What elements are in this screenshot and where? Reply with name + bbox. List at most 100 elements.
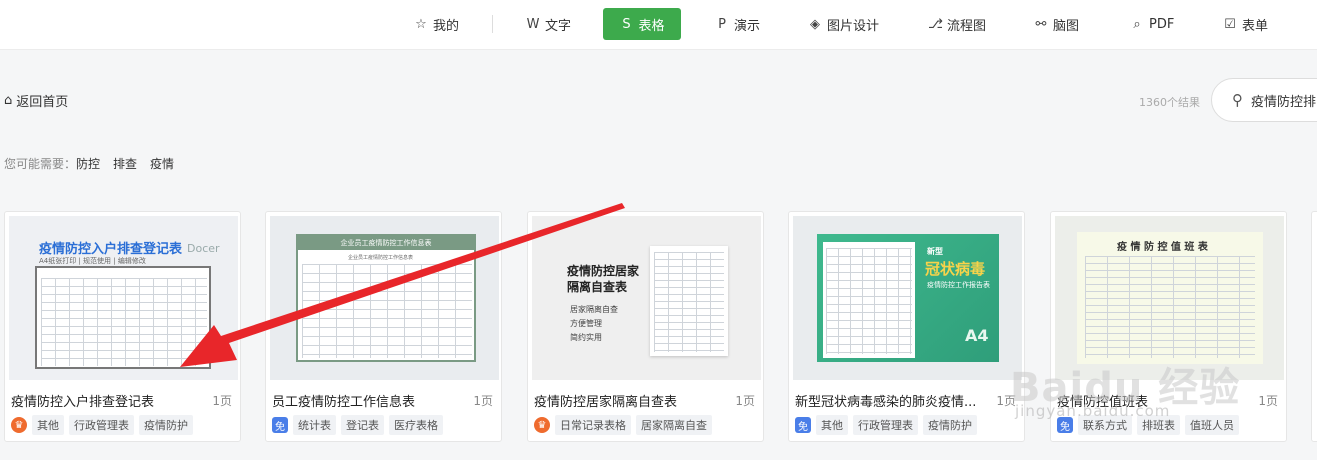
nav-item-label: 表格: [638, 18, 665, 34]
free-icon: 免: [795, 417, 811, 433]
sheet-preview: [35, 266, 211, 369]
nav-item-presentation[interactable]: P 演示: [705, 8, 770, 40]
nav-item-pdf[interactable]: ⌕ PDF: [1120, 8, 1184, 40]
tag-chip[interactable]: 其他: [32, 415, 64, 435]
page-count: 1页: [473, 394, 493, 408]
template-thumbnail[interactable]: 企业员工疫情防控工作信息表 企业员工疫情防控工作信息表: [270, 216, 499, 380]
tag-chip[interactable]: 行政管理表: [853, 415, 918, 435]
thumb-heading: 新型: [927, 247, 943, 256]
nav-item-mine[interactable]: ☆ 我的: [404, 8, 469, 40]
sheet-grid: [41, 278, 207, 366]
template-card[interactable]: 疫情防控居家隔离自查表 居家隔离自查 方便管理 简约实用 疫情防控居家隔离自查表…: [527, 211, 764, 442]
sheet-grid: [302, 264, 472, 358]
tag-chip[interactable]: 登记表: [341, 415, 384, 435]
mindmap-icon: ⚯: [1035, 16, 1047, 32]
back-home-link[interactable]: ⌂ 返回首页: [4, 91, 68, 110]
sheet-preview: [650, 246, 728, 356]
pdf-icon: ⌕: [1133, 16, 1141, 32]
card-tags: ♛ 日常记录表格 居家隔离自查: [534, 415, 712, 435]
tag-chip[interactable]: 行政管理表: [69, 415, 134, 435]
tag-chip[interactable]: 疫情防护: [139, 415, 193, 435]
baidu-watermark-url: jingyan.baidu.com: [1015, 402, 1171, 420]
thumb-bullet: 居家隔离自查: [570, 305, 618, 314]
back-home-label: 返回首页: [16, 95, 69, 110]
image-design-icon: ◈: [810, 16, 820, 32]
paper-size-label: A4: [965, 326, 989, 345]
suggestion-tag[interactable]: 防控: [76, 155, 100, 172]
nav-item-mindmap[interactable]: ⚯ 脑图: [1024, 8, 1089, 40]
card-title[interactable]: 疫情防控居家隔离自查表: [534, 391, 724, 410]
form-icon: ☑: [1224, 16, 1236, 32]
template-thumbnail[interactable]: 疫情防控入户排查登记表 A4纸张打印 | 规范使用 | 编辑修改 Docer: [9, 216, 238, 380]
template-card[interactable]: [1311, 211, 1317, 442]
tag-chip[interactable]: 医疗表格: [389, 415, 443, 435]
nav-item-label: PDF: [1149, 16, 1175, 32]
thumb-heading: 疫情防控居家隔离自查表: [567, 264, 640, 294]
tag-chip[interactable]: 日常记录表格: [555, 415, 631, 435]
sheet-icon: S: [622, 16, 631, 32]
suggestion-tag[interactable]: 排查: [113, 155, 137, 172]
card-title[interactable]: 疫情防控入户排查登记表: [11, 391, 201, 410]
thumb-subtitle: 疫情防控工作报告表: [927, 281, 990, 289]
nav-item-label: 文字: [545, 18, 572, 34]
home-icon: ⌂: [4, 93, 13, 108]
nav-item-label: 表单: [1242, 18, 1269, 34]
top-nav: ☆ 我的 W 文字 S 表格 P 演示 ◈ 图片设计 ⎇ 流程图 ⚯ 脑图 ⌕ …: [0, 0, 1317, 50]
nav-item-label: 演示: [734, 18, 761, 34]
nav-item-label: 流程图: [947, 18, 987, 34]
thumb-bullet: 方便管理: [570, 319, 602, 328]
sheet-grid: [654, 252, 724, 352]
presentation-icon: P: [718, 16, 726, 32]
thumb-heading: 企业员工疫情防控工作信息表: [298, 236, 474, 250]
search-box[interactable]: ⚲ 疫情防控排: [1211, 78, 1317, 122]
sheet-preview: 疫 情 防 控 值 班 表: [1077, 232, 1263, 364]
tag-chip[interactable]: 其他: [816, 415, 848, 435]
nav-item-image-design[interactable]: ◈ 图片设计: [798, 8, 889, 40]
suggestion-prefix: 您可能需要：: [4, 157, 77, 171]
page-count: 1页: [212, 394, 232, 408]
free-icon: 免: [272, 417, 288, 433]
thumb-subtitle: 企业员工疫情防控工作信息表: [348, 255, 414, 261]
vip-icon: ♛: [11, 417, 27, 433]
page-count: 1页: [735, 394, 755, 408]
card-title[interactable]: 员工疫情防控工作信息表: [272, 391, 462, 410]
thumb-heading: 疫情防控入户排查登记表: [39, 242, 183, 257]
star-icon: ☆: [415, 16, 427, 32]
template-thumbnail[interactable]: 新型 冠状病毒 疫情防控工作报告表 A4: [793, 216, 1022, 380]
template-card[interactable]: 企业员工疫情防控工作信息表 企业员工疫情防控工作信息表 员工疫情防控工作信息表 …: [265, 211, 502, 442]
cover-background: 新型 冠状病毒 疫情防控工作报告表 A4: [817, 234, 999, 362]
suggestion-tag[interactable]: 疫情: [150, 155, 174, 172]
card-tags: ♛ 其他 行政管理表 疫情防护: [11, 415, 193, 435]
result-count: 1360个结果: [1139, 96, 1200, 109]
page-count: 1页: [1258, 394, 1278, 408]
search-icon: ⚲: [1232, 91, 1243, 109]
search-input[interactable]: 疫情防控排: [1251, 91, 1316, 110]
template-thumbnail[interactable]: 疫情防控居家隔离自查表 居家隔离自查 方便管理 简约实用: [532, 216, 761, 380]
tag-chip[interactable]: 值班人员: [1185, 415, 1239, 435]
sheet-grid: [826, 248, 912, 354]
nav-item-sheet[interactable]: S 表格: [603, 8, 681, 40]
template-card[interactable]: 新型 冠状病毒 疫情防控工作报告表 A4 新型冠状病毒感染的肺炎疫情... 1页…: [788, 211, 1025, 442]
sheet-preview: 企业员工疫情防控工作信息表 企业员工疫情防控工作信息表: [296, 234, 476, 362]
nav-item-form[interactable]: ☑ 表单: [1213, 8, 1278, 40]
nav-item-text[interactable]: W 文字: [516, 8, 581, 40]
nav-item-label: 图片设计: [827, 18, 880, 34]
card-tags: 免 其他 行政管理表 疫情防护: [795, 415, 977, 435]
nav-item-label: 我的: [433, 18, 460, 34]
card-title[interactable]: 新型冠状病毒感染的肺炎疫情...: [795, 391, 985, 410]
suggestion-bar: 您可能需要： 防控 排查 疫情: [4, 155, 187, 172]
tag-chip[interactable]: 统计表: [293, 415, 336, 435]
nav-divider: [492, 15, 493, 33]
vip-icon: ♛: [534, 417, 550, 433]
tag-chip[interactable]: 疫情防护: [923, 415, 977, 435]
thumb-bullet: 简约实用: [570, 333, 602, 342]
word-icon: W: [526, 16, 540, 32]
tag-chip[interactable]: 居家隔离自查: [636, 415, 712, 435]
brand-logo: Docer: [187, 242, 220, 255]
template-card[interactable]: 疫情防控入户排查登记表 A4纸张打印 | 规范使用 | 编辑修改 Docer 疫…: [4, 211, 241, 442]
thumb-heading: 冠状病毒: [925, 260, 986, 278]
flowchart-icon: ⎇: [928, 16, 943, 32]
nav-item-label: 脑图: [1053, 18, 1080, 34]
nav-item-flowchart[interactable]: ⎇ 流程图: [918, 8, 996, 40]
sheet-preview: [823, 242, 915, 358]
